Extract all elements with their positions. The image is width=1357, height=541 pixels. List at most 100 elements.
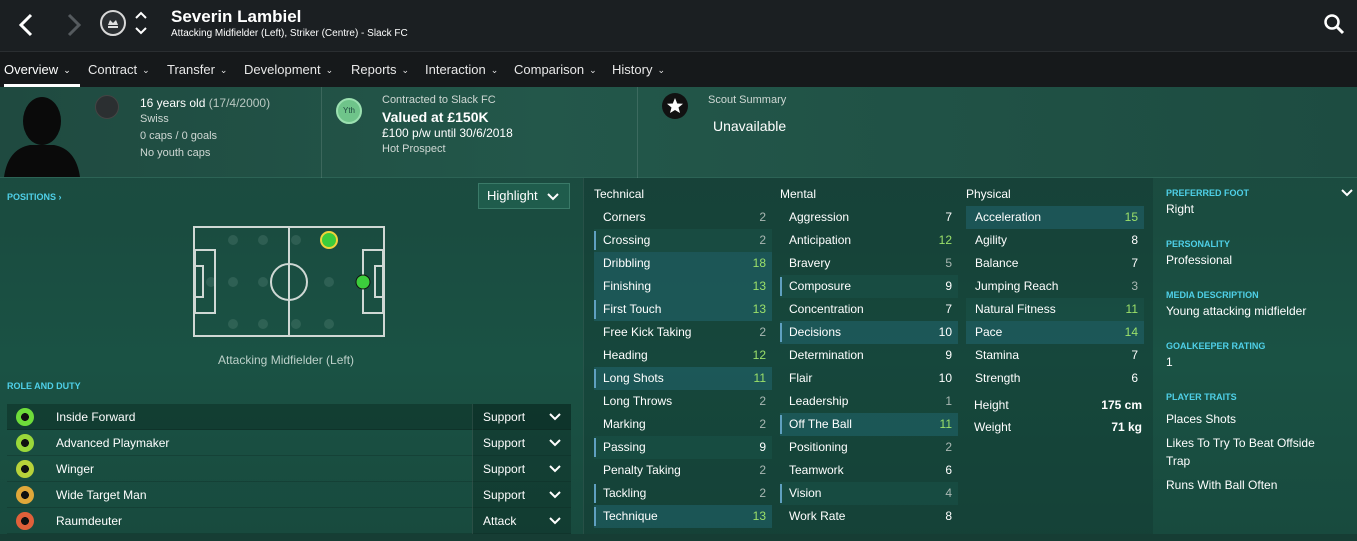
attribute-row-strength[interactable]: Strength 6 xyxy=(966,367,1144,390)
role-rating-icon xyxy=(16,460,34,478)
duty-dropdown[interactable]: Support xyxy=(472,430,571,456)
attribute-row-teamwork[interactable]: Teamwork 6 xyxy=(780,459,958,482)
tab-overview[interactable]: Overview ⌄ xyxy=(4,52,80,87)
attribute-row-determination[interactable]: Determination 9 xyxy=(780,344,958,367)
duty-dropdown[interactable]: Attack xyxy=(472,508,571,534)
attribute-row-anticipation[interactable]: Anticipation 12 xyxy=(780,229,958,252)
attribute-row-acceleration[interactable]: Acceleration 15 xyxy=(966,206,1144,229)
youth-caps: No youth caps xyxy=(140,147,211,159)
tab-label: Development xyxy=(244,62,321,77)
tab-label: Overview xyxy=(4,62,59,77)
role-name: Wide Target Man xyxy=(56,488,147,502)
attribute-row-jumping-reach[interactable]: Jumping Reach 3 xyxy=(966,275,1144,298)
attribute-row-first-touch[interactable]: First Touch 13 xyxy=(594,298,772,321)
attribute-name: Long Shots xyxy=(603,371,664,385)
attribute-value: 15 xyxy=(1124,210,1138,224)
preferred-foot-label: PREFERRED FOOT xyxy=(1166,188,1250,198)
attribute-name: Strength xyxy=(975,371,1021,385)
attribute-row-off-the-ball[interactable]: Off The Ball 11 xyxy=(780,413,958,436)
preferred-foot-value: Right xyxy=(1166,202,1195,216)
search-icon[interactable] xyxy=(1323,13,1345,35)
role-row[interactable]: Wide Target Man Support xyxy=(7,482,571,508)
positions-link[interactable]: POSITIONS › xyxy=(7,192,62,202)
attribute-row-penalty-taking[interactable]: Penalty Taking 2 xyxy=(594,459,772,482)
attribute-row-dribbling[interactable]: Dribbling 18 xyxy=(594,252,772,275)
player-cycle-icon[interactable] xyxy=(134,9,148,37)
attribute-value: 2 xyxy=(759,325,766,339)
chevron-down-icon: ⌄ xyxy=(325,65,334,76)
attribute-row-finishing[interactable]: Finishing 13 xyxy=(594,275,772,298)
attribute-row-corners[interactable]: Corners 2 xyxy=(594,206,772,229)
duty-dropdown[interactable]: Support xyxy=(472,482,571,508)
attribute-row-marking[interactable]: Marking 2 xyxy=(594,413,772,436)
role-row[interactable]: Winger Support xyxy=(7,456,571,482)
attribute-row-pace[interactable]: Pace 14 xyxy=(966,321,1144,344)
personality-value: Professional xyxy=(1166,253,1233,267)
attribute-value: 6 xyxy=(945,463,952,477)
attribute-name: Off The Ball xyxy=(789,417,852,431)
player-value: Valued at £150K xyxy=(382,109,489,125)
attribute-row-work-rate[interactable]: Work Rate 8 xyxy=(780,505,958,528)
tab-reports[interactable]: Reports ⌄ xyxy=(351,52,409,87)
highlight-dropdown[interactable]: Highlight xyxy=(478,183,570,209)
attribute-row-bravery[interactable]: Bravery 5 xyxy=(780,252,958,275)
attribute-row-natural-fitness[interactable]: Natural Fitness 11 xyxy=(966,298,1144,321)
attribute-row-technique[interactable]: Technique 13 xyxy=(594,505,772,528)
attribute-marker xyxy=(780,415,782,434)
duty-dropdown[interactable]: Support xyxy=(472,456,571,482)
forward-arrow-icon[interactable] xyxy=(60,10,86,40)
attribute-row-aggression[interactable]: Aggression 7 xyxy=(780,206,958,229)
attribute-value: 9 xyxy=(945,348,952,362)
attribute-row-positioning[interactable]: Positioning 2 xyxy=(780,436,958,459)
chevron-down-icon[interactable] xyxy=(1341,188,1353,197)
attribute-row-concentration[interactable]: Concentration 7 xyxy=(780,298,958,321)
tab-comparison[interactable]: Comparison ⌄ xyxy=(514,52,597,87)
personality-label: PERSONALITY xyxy=(1166,239,1231,249)
attribute-row-leadership[interactable]: Leadership 1 xyxy=(780,390,958,413)
attribute-row-agility[interactable]: Agility 8 xyxy=(966,229,1144,252)
attribute-value: 2 xyxy=(759,417,766,431)
attribute-row-balance[interactable]: Balance 7 xyxy=(966,252,1144,275)
attribute-row-decisions[interactable]: Decisions 10 xyxy=(780,321,958,344)
attribute-value: 2 xyxy=(759,210,766,224)
attribute-row-composure[interactable]: Composure 9 xyxy=(780,275,958,298)
attribute-value: 13 xyxy=(752,509,766,523)
tab-history[interactable]: History ⌄ xyxy=(612,52,665,87)
attribute-row-crossing[interactable]: Crossing 2 xyxy=(594,229,772,252)
attribute-value: 7 xyxy=(945,210,952,224)
attribute-row-flair[interactable]: Flair 10 xyxy=(780,367,958,390)
chevron-right-icon: › xyxy=(58,192,62,202)
tab-label: Contract xyxy=(88,62,138,77)
attribute-name: Bravery xyxy=(789,256,831,270)
club-crest-icon[interactable] xyxy=(100,10,126,36)
attribute-row-heading[interactable]: Heading 12 xyxy=(594,344,772,367)
attribute-row-stamina[interactable]: Stamina 7 xyxy=(966,344,1144,367)
attribute-name: Teamwork xyxy=(789,463,844,477)
attribute-row-long-shots[interactable]: Long Shots 11 xyxy=(594,367,772,390)
bottom-divider xyxy=(0,534,1357,541)
role-row[interactable]: Raumdeuter Attack xyxy=(7,508,571,534)
attribute-row-vision[interactable]: Vision 4 xyxy=(780,482,958,505)
role-row[interactable]: Inside Forward Support xyxy=(7,404,571,430)
back-arrow-icon[interactable] xyxy=(14,10,40,40)
player-age: 16 years old (17/4/2000) xyxy=(140,96,270,110)
title-bar: Severin Lambiel Attacking Midfielder (Le… xyxy=(0,0,1357,51)
tab-transfer[interactable]: Transfer ⌄ xyxy=(167,52,227,87)
attribute-row-long-throws[interactable]: Long Throws 2 xyxy=(594,390,772,413)
attribute-row-free-kick-taking[interactable]: Free Kick Taking 2 xyxy=(594,321,772,344)
duty-dropdown[interactable]: Support xyxy=(472,404,571,430)
role-row[interactable]: Advanced Playmaker Support xyxy=(7,430,571,456)
attribute-name: Positioning xyxy=(789,440,848,454)
attribute-name: Natural Fitness xyxy=(975,302,1056,316)
attribute-name: Crossing xyxy=(603,233,651,247)
attribute-row-tackling[interactable]: Tackling 2 xyxy=(594,482,772,505)
attribute-value: 1 xyxy=(945,394,952,408)
attribute-value: 18 xyxy=(752,256,766,270)
tab-interaction[interactable]: Interaction ⌄ xyxy=(425,52,498,87)
attribute-name: Penalty Taking xyxy=(603,463,681,477)
attribute-value: 2 xyxy=(759,233,766,247)
tab-development[interactable]: Development ⌄ xyxy=(244,52,333,87)
tab-contract[interactable]: Contract ⌄ xyxy=(88,52,150,87)
chevron-down-icon xyxy=(549,491,561,499)
attribute-row-passing[interactable]: Passing 9 xyxy=(594,436,772,459)
